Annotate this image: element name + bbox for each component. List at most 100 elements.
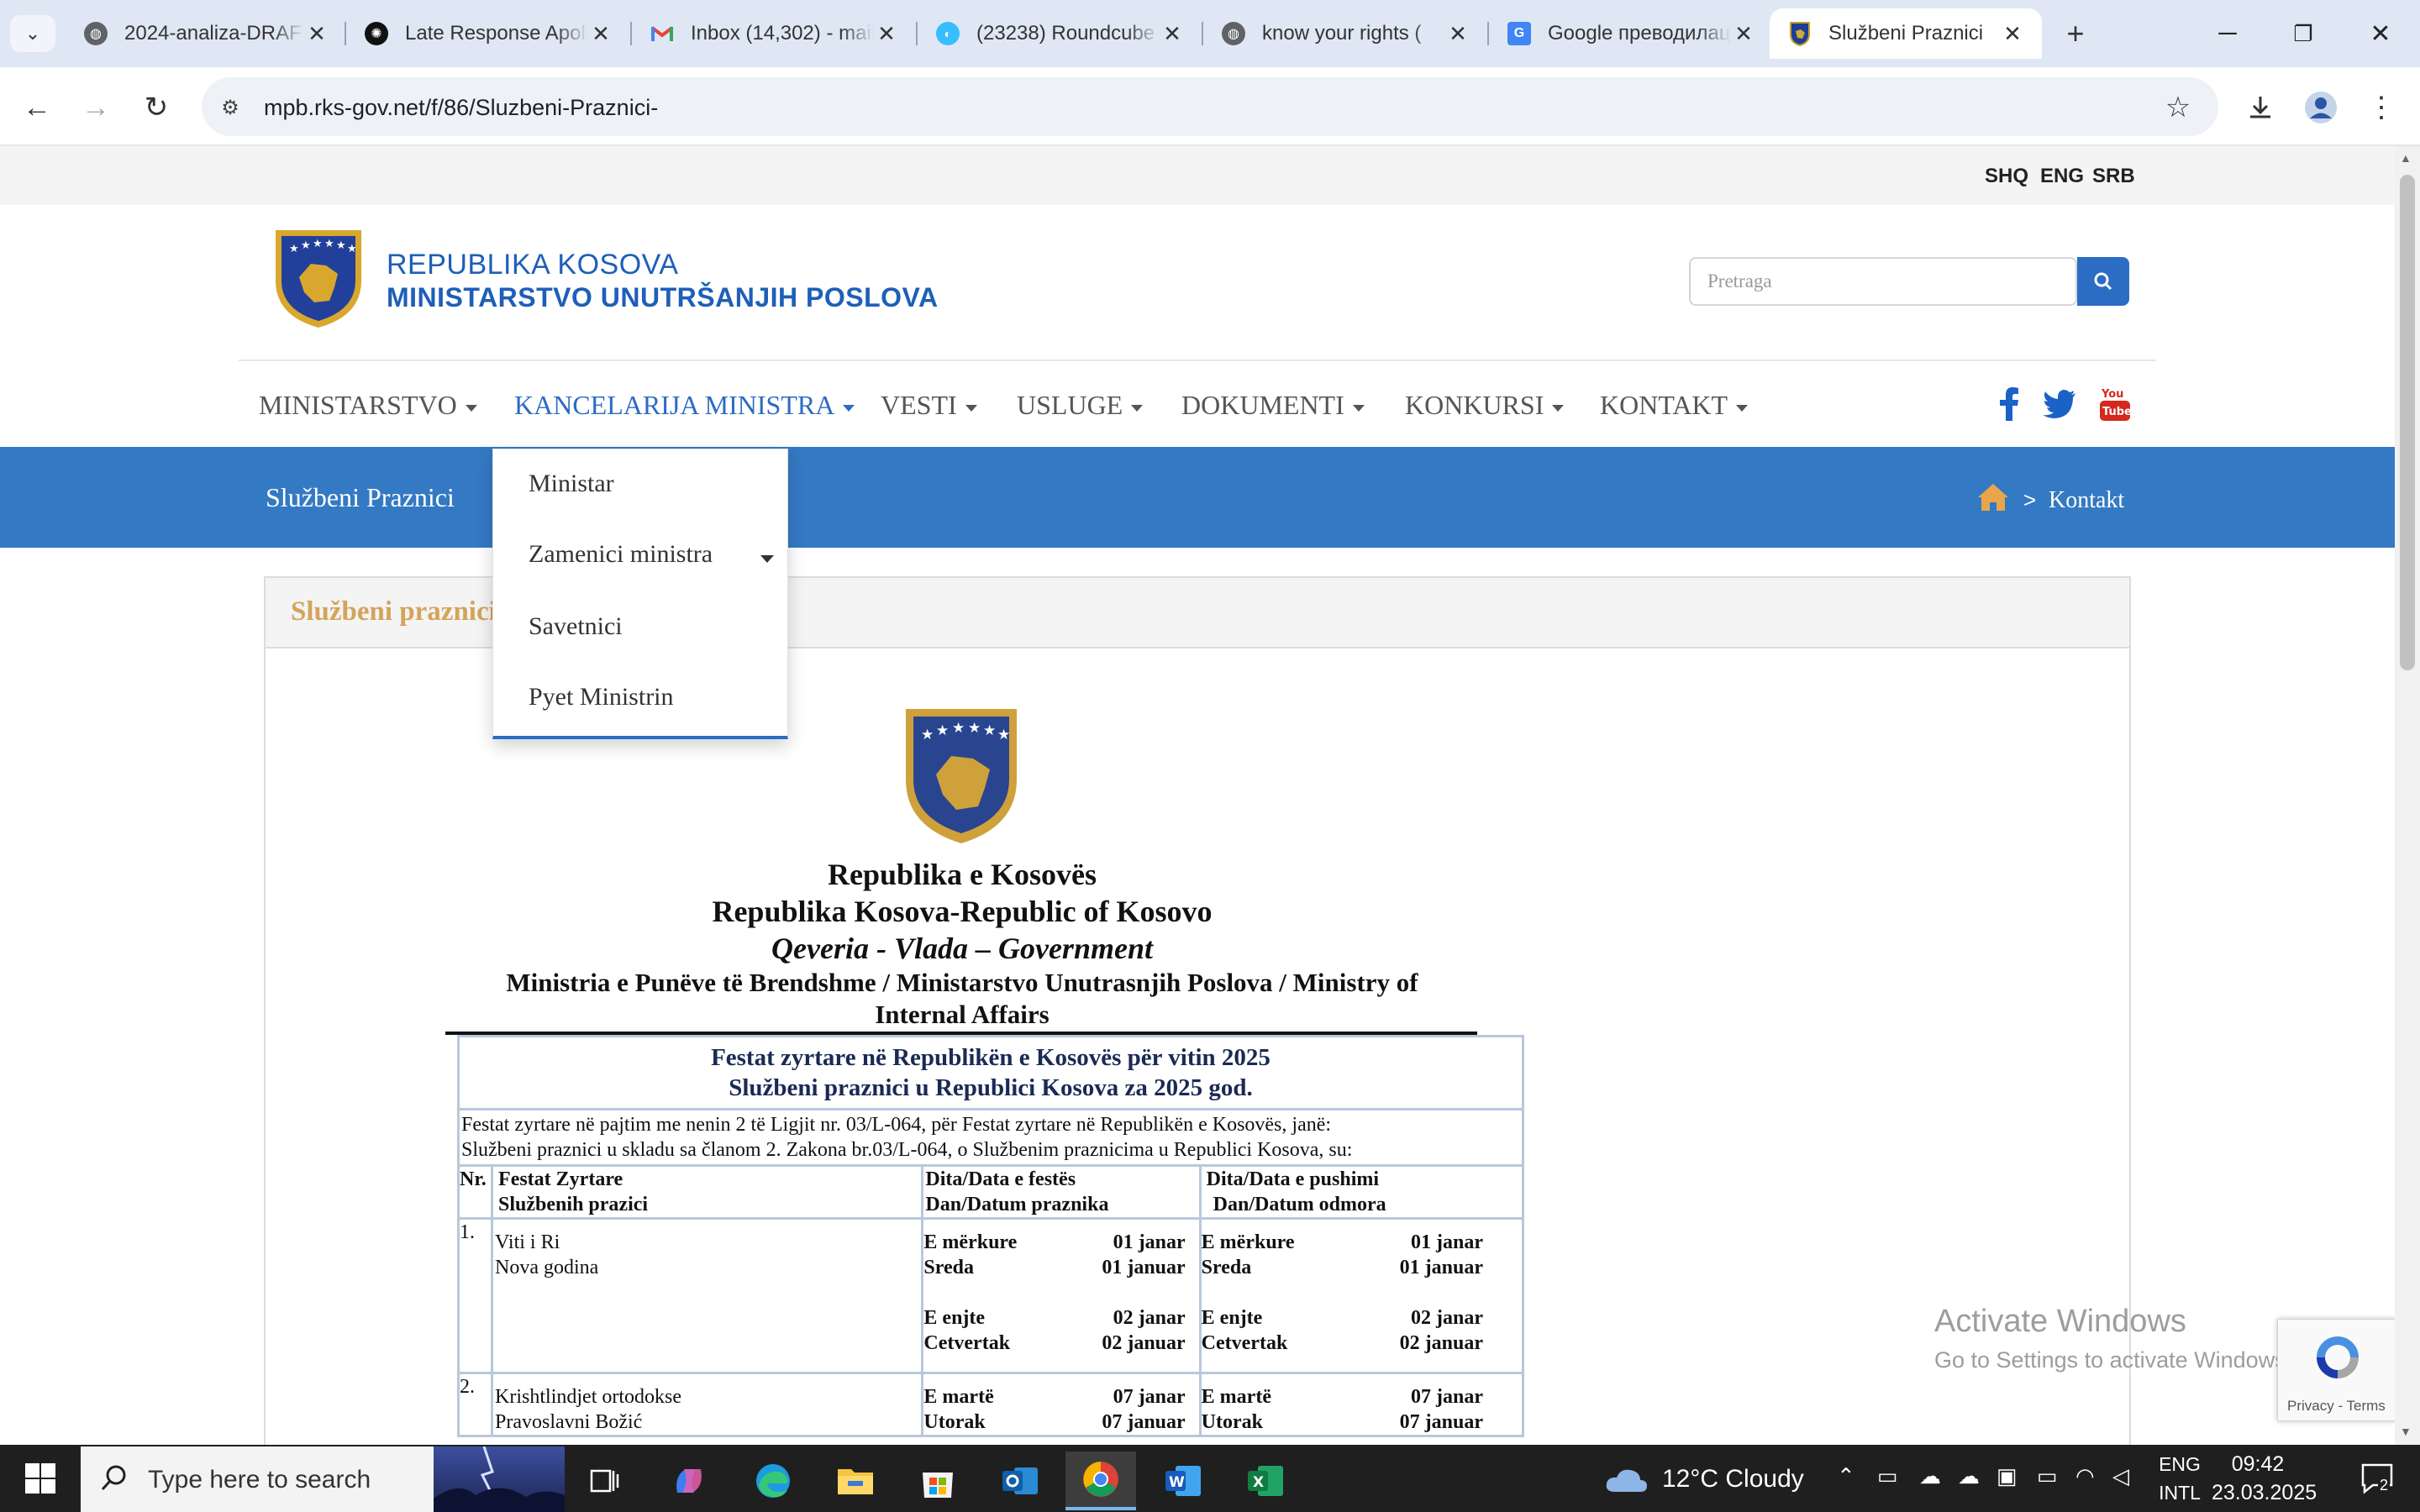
menu-item-ministar[interactable]: Ministar <box>529 470 614 498</box>
browser-menu-button[interactable]: ⋮ <box>2358 84 2405 131</box>
nav-label: USLUGE <box>1017 390 1123 420</box>
home-icon[interactable] <box>1976 482 2010 512</box>
weather-text[interactable]: 12°C Cloudy <box>1662 1465 1804 1494</box>
menu-item-zamenici-ministra[interactable]: Zamenici ministra <box>529 540 713 569</box>
search-highlight-image[interactable] <box>434 1446 565 1512</box>
close-tab-icon[interactable]: ✕ <box>1731 21 1756 47</box>
youtube-icon[interactable]: You Tube <box>2096 385 2134 423</box>
copilot-app[interactable] <box>654 1452 724 1510</box>
minimize-icon: ─ <box>2218 19 2237 47</box>
scroll-up-icon[interactable]: ▲ <box>2400 151 2412 165</box>
forward-button[interactable]: → <box>72 84 119 131</box>
chrome-app[interactable] <box>1065 1452 1136 1510</box>
close-tab-icon[interactable]: ✕ <box>1160 21 1185 47</box>
microsoft-store-app[interactable] <box>902 1452 973 1510</box>
browser-tab[interactable]: G Google преводилац ✕ <box>1489 8 1773 59</box>
show-hidden-icons-button[interactable]: ⌃ <box>1837 1463 1855 1489</box>
nav-kontakt[interactable]: KONTAKT <box>1600 390 1749 421</box>
day-date: 07 janar <box>1411 1386 1483 1408</box>
tab-search-button[interactable]: ⌄ <box>10 15 55 52</box>
close-tab-icon[interactable]: ✕ <box>1445 21 1470 47</box>
windows-logo-icon <box>25 1463 55 1494</box>
col-header-date-line2: Dan/Datum praznika <box>925 1194 1109 1215</box>
holiday-name-sq: Krishtlindjet ortodokse <box>495 1386 682 1408</box>
lang-shq-link[interactable]: SHQ <box>1985 165 2028 188</box>
day-date: 07 januar <box>1102 1411 1186 1433</box>
menu-item-savetnici[interactable]: Savetnici <box>529 612 623 641</box>
kosovo-coat-of-arms-logo[interactable]: ★ ★ ★ ★ ★ ★ <box>271 225 366 331</box>
doc-heading-1: Republika e Kosovës <box>827 858 1097 891</box>
recaptcha-links[interactable]: Privacy - Terms <box>2287 1398 2386 1415</box>
menu-item-pyet-ministrin[interactable]: Pyet Ministrin <box>529 683 674 711</box>
browser-tab[interactable]: Inbox (14,302) - mail ✕ <box>632 8 916 59</box>
nav-konkursi[interactable]: KONKURSI <box>1405 390 1565 421</box>
outlook-app[interactable] <box>985 1452 1055 1510</box>
file-explorer-app[interactable] <box>820 1452 891 1510</box>
input-language-indicator[interactable]: ENG INTL <box>2148 1450 2212 1507</box>
close-tab-icon[interactable]: ✕ <box>304 21 329 47</box>
close-tab-icon[interactable]: ✕ <box>2000 21 2025 47</box>
close-tab-icon[interactable]: ✕ <box>588 21 613 47</box>
svg-text:★: ★ <box>936 722 949 739</box>
downloads-button[interactable] <box>2237 84 2284 131</box>
start-button[interactable] <box>13 1453 67 1504</box>
minimize-button[interactable]: ─ <box>2190 10 2265 57</box>
restore-button[interactable]: ❐ <box>2265 10 2341 57</box>
new-tab-button[interactable]: + <box>2055 15 2096 52</box>
nav-vesti[interactable]: VESTI <box>881 390 977 421</box>
site-search-input[interactable] <box>1689 257 2077 306</box>
breadcrumb-current[interactable]: Kontakt <box>2049 487 2124 514</box>
twitter-icon[interactable] <box>2040 385 2079 423</box>
lang-eng-link[interactable]: ENG <box>2040 165 2084 188</box>
svg-text:★: ★ <box>347 243 357 255</box>
browser-tab[interactable]: ◐ (23238) Roundcube ✕ <box>918 8 1202 59</box>
reload-button[interactable]: ↻ <box>133 84 180 131</box>
site-search-button[interactable] <box>2077 257 2129 306</box>
onedrive-paused-icon[interactable]: ☁ <box>1919 1463 1941 1489</box>
svg-text:X: X <box>1253 1474 1264 1491</box>
nav-usluge[interactable]: USLUGE <box>1017 390 1144 421</box>
nav-kancelarija-ministra[interactable]: KANCELARIJA MINISTRA <box>514 390 855 421</box>
profile-button[interactable] <box>2297 84 2344 131</box>
excel-app[interactable]: X <box>1230 1452 1301 1510</box>
nav-label: KONKURSI <box>1405 390 1544 420</box>
arrow-right-icon: → <box>82 91 110 123</box>
facebook-icon[interactable] <box>1990 385 2028 423</box>
scrollbar-thumb[interactable] <box>2400 175 2415 670</box>
onedrive-icon[interactable]: ☁ <box>1958 1463 1980 1489</box>
holidays-table: Festat zyrtare në Republikën e Kosovës p… <box>456 1035 1525 1437</box>
close-window-button[interactable]: ✕ <box>2343 10 2418 57</box>
date-line: Utorak 07 januar <box>923 1410 1198 1435</box>
back-button[interactable]: ← <box>13 84 60 131</box>
site-info-icon[interactable]: ⚙ <box>213 91 247 124</box>
screen-share-icon[interactable]: ▣ <box>1996 1463 2018 1489</box>
table-title-line1: Festat zyrtare në Republikën e Kosovës p… <box>711 1044 1270 1071</box>
notifications-button[interactable]: 2 <box>2360 1462 2396 1499</box>
browser-tab-active[interactable]: Službeni Praznici ✕ <box>1770 8 2042 59</box>
holiday-name-sr: Pravoslavni Božić <box>495 1411 643 1433</box>
holiday-name-sq: Viti i Ri <box>495 1231 560 1253</box>
browser-tab[interactable]: ✺ Late Response Apology ✕ <box>346 8 630 59</box>
weather-icon[interactable] <box>1603 1462 1649 1499</box>
url-text[interactable]: mpb.rks-gov.net/f/86/Sluzbeni-Praznici- <box>264 91 658 124</box>
close-tab-icon[interactable]: ✕ <box>874 21 899 47</box>
meet-now-icon[interactable]: ▭ <box>1877 1463 1898 1489</box>
nav-dokumenti[interactable]: DOKUMENTI <box>1181 390 1365 421</box>
lang-srb-link[interactable]: SRB <box>2092 165 2135 188</box>
battery-icon[interactable]: ▭ <box>2037 1463 2058 1489</box>
task-view-button[interactable] <box>570 1452 640 1510</box>
volume-muted-icon[interactable]: ◁ <box>2112 1463 2129 1489</box>
table-title: Festat zyrtare në Republikën e Kosovës p… <box>457 1035 1524 1110</box>
wifi-icon[interactable]: ◠ <box>2075 1463 2095 1489</box>
browser-tab[interactable]: ◍ know your rights ( ✕ <box>1203 8 1487 59</box>
svg-text:W: W <box>1169 1474 1185 1491</box>
scroll-down-icon[interactable]: ▼ <box>2400 1425 2412 1438</box>
browser-tab[interactable]: ◍ 2024-analiza-DRAFT ✕ <box>66 8 346 59</box>
nav-ministarstvo[interactable]: MINISTARSTVO <box>259 390 477 421</box>
bookmark-star-button[interactable]: ☆ <box>2154 84 2202 131</box>
day-name: E mërkure <box>923 1231 1018 1253</box>
clock[interactable]: 09:42 23.03.2025 <box>2212 1450 2317 1507</box>
date-line: Utorak 07 januar <box>1202 1410 1497 1435</box>
word-app[interactable]: W <box>1148 1452 1218 1510</box>
edge-app[interactable] <box>738 1452 808 1510</box>
